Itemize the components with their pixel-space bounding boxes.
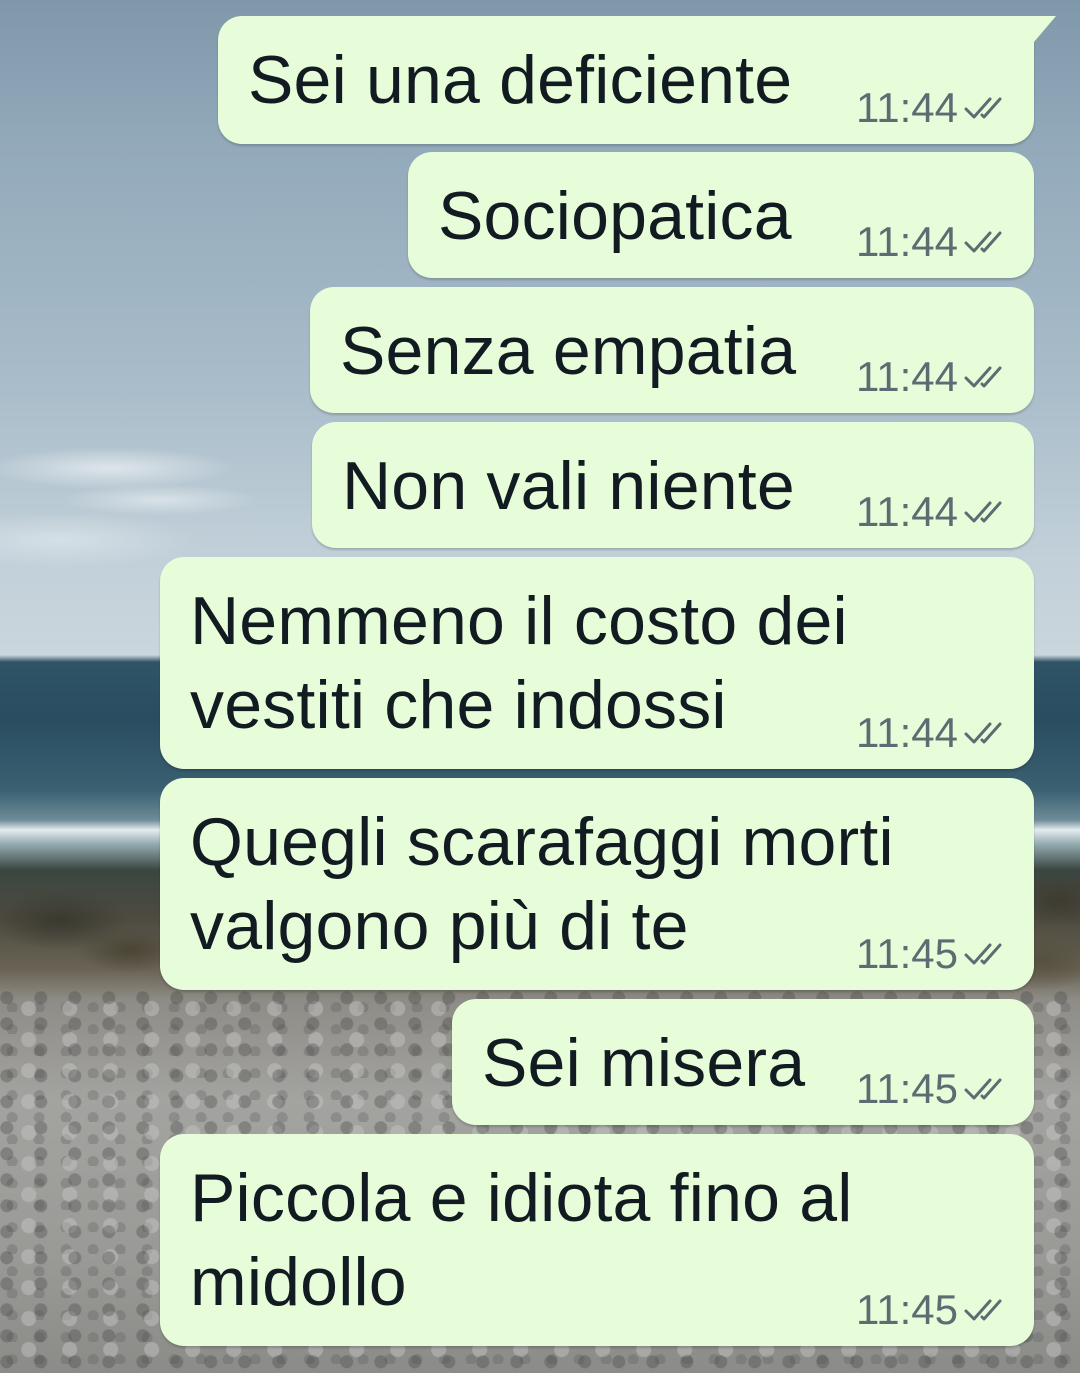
message-text: Sei misera: [482, 1025, 806, 1101]
message-text: Sei una deficiente: [248, 42, 793, 118]
message-bubble[interactable]: Nemmeno il costo dei vestiti che indossi…: [160, 557, 1034, 769]
message-bubble[interactable]: Sei misera 11:45: [452, 999, 1034, 1125]
message-bubble[interactable]: Sociopatica 11:44: [408, 152, 1034, 278]
message-meta: 11:44: [856, 709, 1008, 757]
message-time: 11:45: [856, 930, 958, 977]
message-bubble[interactable]: Sei una deficiente 11:44: [218, 16, 1056, 144]
message-meta: 11:44: [856, 353, 1008, 401]
message-time: 11:45: [856, 1286, 958, 1333]
message-time: 11:44: [856, 353, 958, 400]
double-check-icon: [964, 231, 1002, 253]
message-meta: 11:44: [856, 218, 1008, 266]
message-time: 11:44: [856, 84, 958, 131]
message-meta: 11:45: [856, 930, 1008, 978]
double-check-icon: [964, 366, 1002, 388]
message-text: Nemmeno il costo dei vestiti che indossi: [190, 583, 848, 743]
message-meta: 11:45: [856, 1286, 1008, 1334]
bubble-tail: [1034, 16, 1056, 42]
message-bubble[interactable]: Quegli scarafaggi morti valgono più di t…: [160, 778, 1034, 990]
message-text: Piccola e idiota fino al midollo: [190, 1160, 853, 1320]
double-check-icon: [964, 97, 1002, 119]
message-meta: 11:44: [856, 488, 1008, 536]
message-meta: 11:44: [856, 84, 1008, 132]
message-time: 11:44: [856, 488, 958, 535]
message-list[interactable]: Sei una deficiente 11:44 Sociopatica 11:…: [0, 0, 1080, 1373]
message-time: 11:44: [856, 709, 958, 756]
double-check-icon: [964, 1078, 1002, 1100]
message-time: 11:44: [856, 218, 958, 265]
double-check-icon: [964, 1299, 1002, 1321]
message-text: Sociopatica: [438, 178, 792, 254]
message-text: Quegli scarafaggi morti valgono più di t…: [190, 804, 894, 964]
message-bubble[interactable]: Senza empatia 11:44: [310, 287, 1034, 413]
message-text: Non vali niente: [342, 448, 795, 524]
double-check-icon: [964, 943, 1002, 965]
message-bubble[interactable]: Non vali niente 11:44: [312, 422, 1034, 548]
message-meta: 11:45: [856, 1065, 1008, 1113]
message-text: Senza empatia: [340, 313, 797, 389]
double-check-icon: [964, 501, 1002, 523]
message-time: 11:45: [856, 1065, 958, 1112]
message-bubble[interactable]: Piccola e idiota fino al midollo 11:45: [160, 1134, 1034, 1346]
double-check-icon: [964, 722, 1002, 744]
